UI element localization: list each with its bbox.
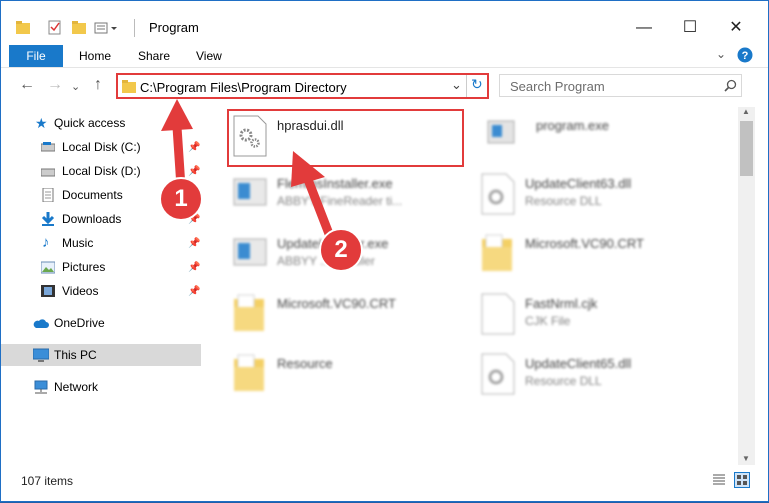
arrow-2-head	[291, 151, 325, 187]
arrow-2	[302, 172, 336, 244]
arrow-1-head	[161, 99, 193, 131]
explorer-window: Program — ☐ ✕ File Home Share View ⌄ ? ←…	[0, 0, 769, 502]
annotation-badge-2: 2	[319, 228, 363, 272]
annotation-badge-1: 1	[159, 177, 203, 221]
annotation-arrows	[161, 99, 336, 244]
